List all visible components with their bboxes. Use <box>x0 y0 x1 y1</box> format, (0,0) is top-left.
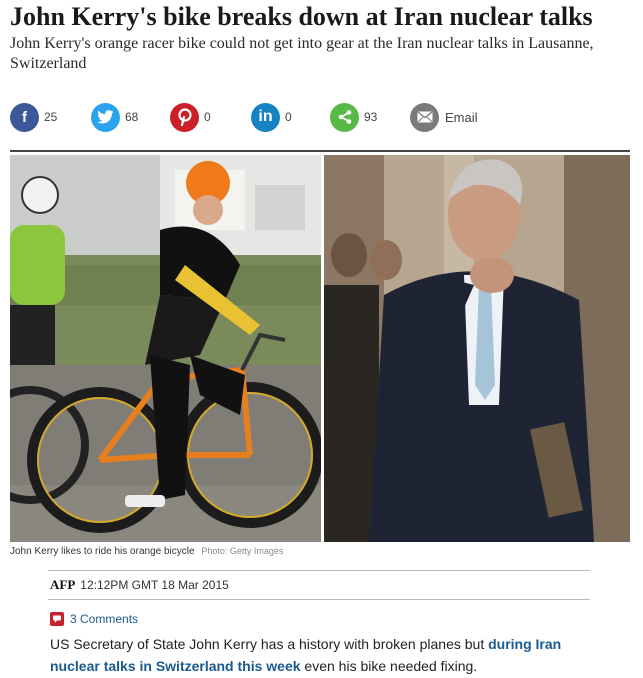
envelope-glyph <box>417 111 432 123</box>
share-icon <box>330 102 359 132</box>
byline-timestamp: 12:12PM GMT 18 Mar 2015 <box>80 578 229 592</box>
email-icon <box>410 102 439 132</box>
header-divider <box>10 150 630 152</box>
generic-share-button[interactable]: 93 <box>330 101 377 133</box>
photo-credit: Photo: Getty Images <box>201 546 284 556</box>
email-share-label: Email <box>445 109 478 125</box>
facebook-icon: f <box>10 102 39 132</box>
article-body-paragraph: US Secretary of State John Kerry has a h… <box>50 633 590 677</box>
body-text-after: even his bike needed fixing. <box>300 658 478 674</box>
pinterest-share-count: 0 <box>204 110 211 124</box>
byline-block: AFP 12:12PM GMT 18 Mar 2015 <box>48 570 590 600</box>
share-nodes-glyph <box>338 110 351 124</box>
caption-text: John Kerry likes to ride his orange bicy… <box>10 546 195 557</box>
kerry-portrait-illustration <box>324 155 630 542</box>
comments-count-label: 3 Comments <box>70 612 139 626</box>
twitter-share-button[interactable]: 68 <box>91 101 138 133</box>
comment-bubble-glyph <box>53 615 61 623</box>
linkedin-share-button[interactable]: in 0 <box>251 101 292 133</box>
comments-link[interactable]: 3 Comments <box>50 611 138 627</box>
twitter-bird-glyph <box>97 110 114 124</box>
pinterest-share-button[interactable]: 0 <box>170 101 211 133</box>
byline-bottom-rule <box>48 599 590 600</box>
facebook-share-count: 25 <box>44 110 58 124</box>
comment-icon <box>50 612 64 626</box>
linkedin-share-count: 0 <box>285 110 292 124</box>
share-bar: f 25 68 0 in 0 93 Email <box>10 101 630 133</box>
byline-source: AFP <box>50 577 76 592</box>
article-standfirst: John Kerry's orange racer bike could not… <box>10 35 594 72</box>
twitter-icon <box>91 102 120 132</box>
email-share-button[interactable]: Email <box>410 101 478 133</box>
twitter-share-count: 68 <box>125 110 139 124</box>
linkedin-icon: in <box>251 102 280 132</box>
pinterest-glyph <box>177 108 192 126</box>
article-headline: John Kerry's bike breaks down at Iran nu… <box>10 2 593 31</box>
share-count: 93 <box>364 110 378 124</box>
facebook-share-button[interactable]: f 25 <box>10 101 57 133</box>
photo-kerry-portrait <box>324 155 630 542</box>
photo-kerry-cycling <box>10 155 321 542</box>
photo-caption: John Kerry likes to ride his orange bicy… <box>10 546 283 557</box>
byline: AFP 12:12PM GMT 18 Mar 2015 <box>48 571 590 599</box>
cycling-scene-illustration <box>10 155 321 542</box>
pinterest-icon <box>170 102 199 132</box>
body-text-before: US Secretary of State John Kerry has a h… <box>50 636 489 652</box>
